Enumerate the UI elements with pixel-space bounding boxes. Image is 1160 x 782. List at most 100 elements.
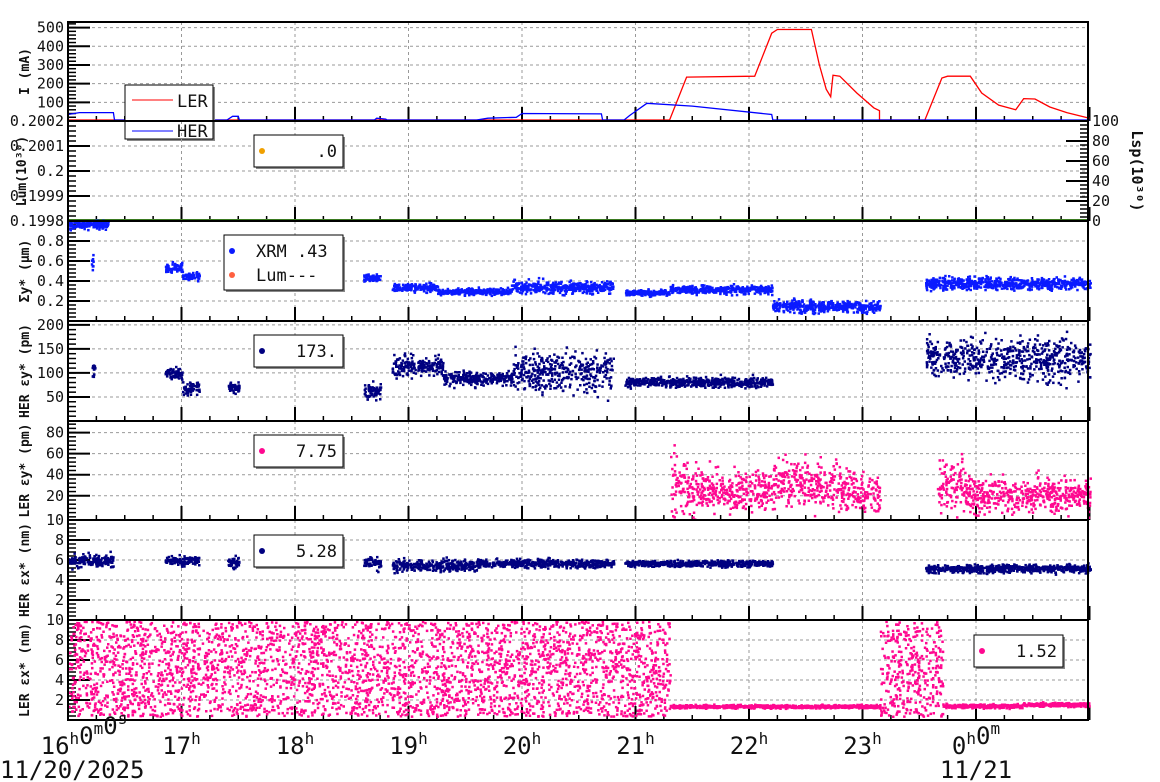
data-point xyxy=(536,352,539,355)
data-point xyxy=(598,283,601,287)
data-point xyxy=(966,281,969,284)
data-point xyxy=(522,366,526,369)
data-point xyxy=(192,387,195,391)
data-point xyxy=(553,353,556,356)
data-point xyxy=(407,285,411,288)
data-point xyxy=(524,287,527,290)
data-point xyxy=(93,365,97,368)
data-point xyxy=(509,384,513,387)
data-point xyxy=(575,377,578,381)
data-point xyxy=(700,379,703,383)
data-point xyxy=(932,368,936,372)
data-point xyxy=(588,285,591,288)
data-point xyxy=(400,361,403,365)
data-point xyxy=(950,355,953,359)
data-point xyxy=(927,356,930,359)
data-point xyxy=(418,366,422,369)
data-point xyxy=(793,301,796,305)
data-point xyxy=(926,343,930,347)
data-point xyxy=(444,370,447,373)
data-point xyxy=(695,288,699,291)
data-point xyxy=(510,284,514,287)
data-point xyxy=(498,288,501,292)
data-point xyxy=(593,379,596,383)
data-point xyxy=(457,373,460,377)
data-point xyxy=(1068,283,1072,287)
data-point xyxy=(979,286,983,289)
data-point xyxy=(474,386,477,390)
data-point xyxy=(811,305,814,308)
data-point xyxy=(626,378,629,382)
data-point xyxy=(554,281,558,284)
data-point xyxy=(593,355,596,359)
data-point xyxy=(506,379,509,383)
data-point xyxy=(603,284,606,288)
data-point xyxy=(605,285,609,289)
data-point xyxy=(665,380,669,383)
data-point xyxy=(792,297,796,300)
data-point xyxy=(864,299,868,303)
legend-luminosity: .0 xyxy=(253,134,345,169)
data-point xyxy=(520,378,524,382)
data-point xyxy=(478,378,481,381)
data-point xyxy=(175,267,178,271)
data-point xyxy=(187,278,190,282)
data-point xyxy=(432,363,435,366)
data-point xyxy=(956,358,959,361)
data-point xyxy=(378,278,382,281)
y-tick-label: 0.6 xyxy=(37,252,64,270)
data-point xyxy=(541,393,544,397)
data-point xyxy=(590,386,594,390)
data-point xyxy=(555,283,558,287)
data-point xyxy=(437,292,440,296)
data-point xyxy=(551,284,554,287)
data-point xyxy=(571,355,574,358)
data-point xyxy=(1006,287,1009,291)
data-point xyxy=(706,381,709,384)
data-point xyxy=(585,388,588,391)
data-point xyxy=(568,371,572,374)
data-point xyxy=(540,287,544,291)
data-point xyxy=(555,381,559,384)
data-point xyxy=(729,289,733,293)
data-point xyxy=(793,311,796,315)
data-point xyxy=(462,383,465,387)
data-point xyxy=(475,380,479,384)
data-point xyxy=(838,303,842,306)
data-point xyxy=(467,291,471,295)
data-point xyxy=(770,381,774,384)
data-point xyxy=(459,381,462,385)
data-point xyxy=(398,373,402,377)
data-point xyxy=(171,260,175,264)
data-point xyxy=(977,371,980,375)
data-point xyxy=(531,367,535,371)
data-point xyxy=(848,305,851,309)
data-point xyxy=(925,282,928,285)
data-point xyxy=(798,311,801,315)
data-point xyxy=(493,291,497,295)
data-point xyxy=(90,259,94,262)
data-point xyxy=(747,380,751,384)
data-point xyxy=(1066,365,1069,369)
data-point xyxy=(186,391,190,395)
data-point xyxy=(852,311,856,314)
data-point xyxy=(930,342,934,346)
data-point xyxy=(408,369,412,372)
data-point xyxy=(531,386,534,389)
data-point xyxy=(700,284,703,287)
data-point xyxy=(544,291,547,295)
data-point xyxy=(999,277,1002,281)
legend-label: XRM .43 xyxy=(256,242,328,262)
legend-marker xyxy=(229,272,235,278)
data-point xyxy=(458,371,461,374)
right-tick-label: 20 xyxy=(1092,192,1110,210)
data-point xyxy=(530,285,534,288)
data-point xyxy=(444,379,447,383)
data-point xyxy=(463,293,467,297)
data-point xyxy=(592,368,596,371)
data-point xyxy=(85,223,88,227)
data-point xyxy=(490,374,493,378)
data-point xyxy=(714,385,717,389)
data-point xyxy=(481,289,485,293)
y-tick-label: 100 xyxy=(37,93,64,111)
